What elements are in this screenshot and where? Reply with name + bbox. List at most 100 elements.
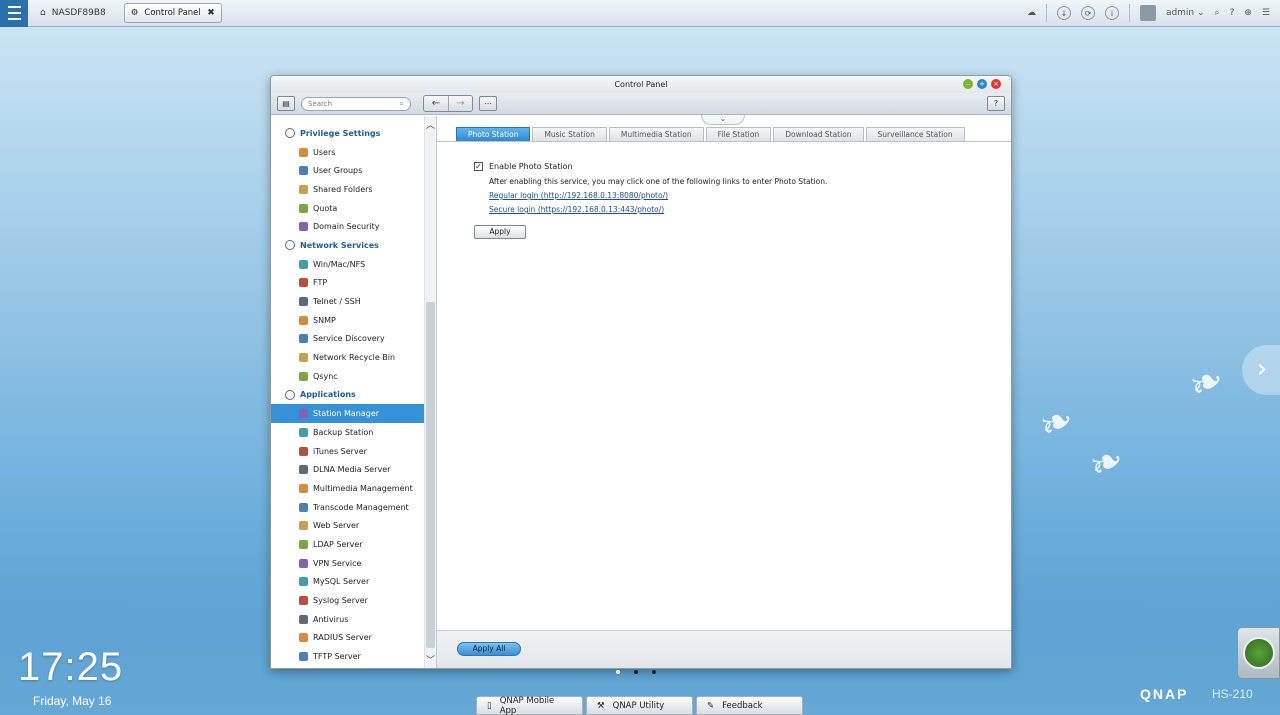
group-icon — [285, 240, 295, 251]
taskbar-tab-control-panel[interactable]: ⚙ Control Panel ✖ — [123, 3, 222, 23]
sidebar-item-win-mac-nfs[interactable]: Win/Mac/NFS — [271, 255, 425, 274]
taskbar: ⌂ NASDF89B8 ⚙ Control Panel ✖ ☁ ↓ ⟳ i ad… — [0, 0, 1280, 27]
tab-download-station[interactable]: Download Station — [773, 127, 864, 141]
desktop-home-button[interactable]: ⌂ NASDF89B8 — [28, 0, 118, 27]
sidebar-item-user-groups[interactable]: User Groups — [271, 161, 425, 180]
window-toolbar: ▤ ⌕ ← → ⋯ ? — [271, 93, 1011, 115]
sidebar-item-icon — [299, 166, 308, 176]
sidebar-item-web-server[interactable]: Web Server — [271, 516, 425, 535]
overview-button[interactable]: ⋯ — [479, 96, 497, 111]
sidebar-item-service-discovery[interactable]: Service Discovery — [271, 330, 425, 349]
sidebar-item-qsync[interactable]: Qsync — [271, 367, 425, 386]
external-device-icon[interactable]: ⟳ — [1080, 6, 1095, 20]
tab-file-station[interactable]: File Station — [705, 127, 772, 141]
phone-icon: ▯ — [487, 700, 492, 711]
dock-label: QNAP Utility — [612, 700, 665, 711]
scrollbar-thumb[interactable] — [426, 302, 435, 648]
sidebar-scrollbar[interactable]: ︿ ﹀ — [424, 116, 436, 668]
user-menu[interactable]: admin ⌄ — [1166, 8, 1205, 18]
sidebar-group-network-services[interactable]: Network Services — [271, 236, 425, 255]
sidebar-item-vpn-service[interactable]: VPN Service — [271, 554, 425, 573]
scroll-up-icon[interactable]: ︿ — [425, 118, 436, 131]
dashboard-widget[interactable] — [1237, 627, 1280, 679]
collapse-handle[interactable]: ⌄ — [701, 115, 745, 125]
scroll-down-icon[interactable]: ﹀ — [425, 653, 436, 666]
minimize-button[interactable]: – — [963, 79, 973, 89]
apply-button[interactable]: Apply — [474, 225, 526, 239]
options-icon[interactable]: ☰ — [1262, 8, 1270, 18]
sidebar-item-ftp[interactable]: FTP — [271, 274, 425, 293]
sidebar-item-label: LDAP Server — [313, 539, 363, 549]
sidebar-item-itunes-server[interactable]: iTunes Server — [271, 442, 425, 461]
sidebar-item-transcode-management[interactable]: Transcode Management — [271, 498, 425, 517]
group-icon — [285, 389, 295, 400]
sidebar-item-multimedia-management[interactable]: Multimedia Management — [271, 479, 425, 498]
sidebar-item-station-manager[interactable]: Station Manager — [271, 404, 425, 423]
sidebar-item-icon — [299, 278, 308, 288]
model-name: HS-210 — [1212, 687, 1253, 701]
sidebar-item-syslog-server[interactable]: Syslog Server — [271, 591, 425, 610]
background-task-icon[interactable]: ↓ — [1056, 6, 1071, 20]
secure-login-link[interactable]: Secure login (https://192.168.0.13:443/p… — [474, 205, 974, 214]
sidebar-item-label: Transcode Management — [313, 502, 409, 512]
close-icon[interactable]: ✖ — [207, 8, 215, 18]
sidebar-item-users[interactable]: Users — [271, 143, 425, 162]
dock-feedback[interactable]: ✎ Feedback — [696, 696, 803, 715]
tab-surveillance-station[interactable]: Surveillance Station — [865, 127, 965, 141]
sidebar-group-applications[interactable]: Applications — [271, 386, 425, 405]
sidebar-item-quota[interactable]: Quota — [271, 199, 425, 218]
dock-qnap-utility[interactable]: ⚒ QNAP Utility — [586, 696, 693, 715]
tab-bar: Photo Station Music Station Multimedia Sta… — [456, 127, 965, 141]
help-button[interactable]: ? — [987, 96, 1005, 111]
sidebar-item-shared-folders[interactable]: Shared Folders — [271, 180, 425, 199]
sidebar-item-label: Web Server — [313, 521, 360, 531]
language-icon[interactable]: ⊕ — [1244, 8, 1252, 18]
sidebar-item-icon — [299, 334, 308, 344]
close-window-button[interactable]: × — [991, 79, 1001, 89]
sidebar-item-clipped — [271, 116, 425, 124]
next-desktop-button[interactable]: › — [1242, 345, 1280, 395]
sidebar-item-radius-server[interactable]: RADIUS Server — [271, 629, 425, 648]
avatar[interactable] — [1139, 5, 1156, 21]
sidebar-item-icon — [299, 409, 308, 419]
sidebar-item-icon — [299, 652, 308, 662]
regular-login-link[interactable]: Regular login (http://192.168.0.13:8080/… — [474, 191, 974, 200]
dock-qnap-mobile-app[interactable]: ▯ QNAP Mobile App — [476, 696, 583, 715]
sidebar-item-telnet-ssh[interactable]: Telnet / SSH — [271, 292, 425, 311]
maximize-button[interactable]: + — [977, 79, 987, 89]
sidebar-group-privilege-settings[interactable]: Privilege Settings — [271, 124, 425, 143]
sidebar-item-label: Users — [313, 147, 336, 157]
sidebar-item-snmp[interactable]: SNMP — [271, 311, 425, 330]
sidebar-toggle-button[interactable]: ▤ — [277, 96, 295, 111]
page-dot[interactable] — [616, 670, 620, 674]
event-notification-icon[interactable]: i — [1104, 6, 1119, 20]
sidebar-item-domain-security[interactable]: Domain Security — [271, 217, 425, 236]
sidebar-item-icon — [299, 483, 308, 493]
search-box[interactable]: ⌕ — [301, 96, 411, 111]
tab-music-station[interactable]: Music Station — [532, 127, 607, 141]
window-titlebar[interactable]: Control Panel – + × — [271, 76, 1011, 93]
tab-photo-station[interactable]: Photo Station — [456, 127, 531, 141]
sidebar-item-label: Quota — [313, 203, 338, 213]
sidebar-item-antivirus[interactable]: Antivirus — [271, 610, 425, 629]
sidebar-item-dlna-media-server[interactable]: DLNA Media Server — [271, 460, 425, 479]
cloud-icon[interactable]: ☁ — [1027, 8, 1036, 18]
sidebar-item-mysql-server[interactable]: MySQL Server — [271, 573, 425, 592]
page-dot-active[interactable] — [634, 670, 638, 674]
sidebar-item-icon — [299, 446, 308, 456]
search-input[interactable] — [308, 99, 396, 108]
sidebar-item-network-recycle-bin[interactable]: Network Recycle Bin — [271, 348, 425, 367]
sidebar-item-tftp-server[interactable]: TFTP Server — [271, 647, 425, 666]
enable-photo-station-checkbox[interactable]: ✓ — [474, 162, 483, 171]
page-dot[interactable] — [652, 670, 656, 674]
help-icon[interactable]: ? — [1230, 8, 1235, 18]
sidebar-item-label: FTP — [313, 278, 328, 288]
apply-all-button[interactable]: Apply All — [457, 642, 521, 656]
back-button[interactable]: ← — [424, 96, 448, 111]
tab-multimedia-station[interactable]: Multimedia Station — [608, 127, 704, 141]
main-menu-button[interactable] — [0, 0, 28, 27]
search-icon[interactable]: ⌕ — [1215, 8, 1220, 18]
forward-button[interactable]: → — [448, 96, 472, 111]
sidebar-item-backup-station[interactable]: Backup Station — [271, 423, 425, 442]
sidebar-item-ldap-server[interactable]: LDAP Server — [271, 535, 425, 554]
